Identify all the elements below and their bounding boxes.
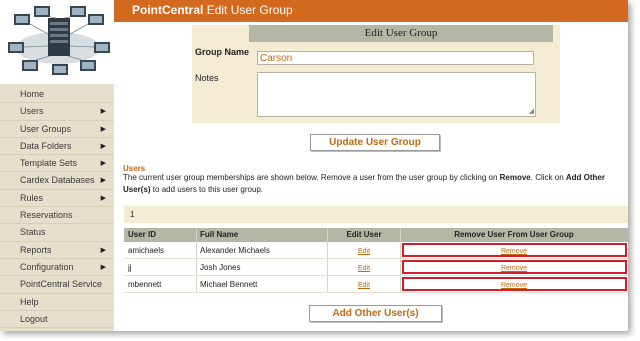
col-divider — [196, 228, 197, 242]
submenu-arrow-icon: ▶ — [100, 160, 106, 168]
sidebar-item-label: Help — [20, 296, 39, 307]
sidebar-item-label: Data Folders — [20, 140, 72, 151]
sidebar-item-reports[interactable]: Reports ▶ — [0, 242, 114, 259]
sidebar-item-configuration[interactable]: Configuration ▶ — [0, 259, 114, 277]
sidebar-item-user-groups[interactable]: User Groups ▶ — [0, 121, 114, 138]
sidebar-item-pointcentral-service[interactable]: PointCentral Service — [0, 276, 114, 294]
submenu-arrow-icon: ▶ — [100, 263, 106, 271]
submenu-arrow-icon: ▶ — [100, 177, 106, 185]
col-divider — [327, 242, 328, 258]
col-divider — [196, 276, 197, 292]
full-name-cell: Alexander Michaels — [200, 246, 270, 255]
desc-part-2: . Click on — [530, 173, 566, 182]
col-divider — [400, 259, 401, 275]
edit-group-form: Edit User Group Group Name Carson Notes … — [192, 25, 560, 123]
remove-highlight-box — [402, 277, 627, 291]
edit-user-link[interactable]: Edit — [358, 265, 370, 272]
resize-grip-icon[interactable]: ◢ — [529, 107, 534, 115]
desc-part-1: The current user group memberships are s… — [123, 173, 500, 182]
edit-cell: Edit — [329, 259, 399, 277]
form-heading: Edit User Group — [249, 25, 553, 42]
sidebar-item-label: Template Sets — [20, 158, 78, 169]
group-name-label: Group Name — [195, 47, 250, 57]
sidebar-item-label: Users — [20, 106, 44, 117]
sidebar-item-label: Status — [20, 227, 46, 238]
submenu-arrow-icon: ▶ — [100, 246, 106, 254]
col-full-name: Full Name — [200, 230, 239, 239]
sidebar-item-status[interactable]: Status — [0, 224, 114, 242]
submenu-arrow-icon: ▶ — [100, 142, 106, 150]
col-remove-user: Remove User From User Group — [454, 230, 574, 239]
remove-highlight-box — [402, 260, 627, 274]
edit-cell: Edit — [329, 242, 399, 260]
nav-menu: Home Users ▶ User Groups ▶ Data Folders ▶ Templ… — [0, 86, 114, 329]
full-name-cell: Michael Bennett — [200, 280, 258, 289]
edit-user-link[interactable]: Edit — [358, 282, 370, 289]
users-description: The current user group memberships are s… — [123, 172, 628, 196]
sidebar-item-label: Logout — [20, 313, 48, 324]
sidebar-item-users[interactable]: Users ▶ — [0, 103, 114, 121]
sidebar-item-label: Rules — [20, 192, 44, 203]
computers-network-logo — [8, 6, 110, 75]
user-id-cell: amichaels — [128, 246, 165, 255]
col-user-id: User ID — [128, 230, 157, 239]
col-divider — [327, 276, 328, 292]
user-count: 1 — [124, 206, 628, 223]
col-divider — [196, 242, 197, 258]
sidebar-item-cardex-databases[interactable]: Cardex Databases ▶ — [0, 172, 114, 190]
sidebar-item-reservations[interactable]: Reservations — [0, 207, 114, 225]
full-name-cell: Josh Jones — [200, 263, 241, 272]
page-title: PointCentral Edit User Group — [132, 3, 293, 17]
sidebar-item-data-folders[interactable]: Data Folders ▶ — [0, 138, 114, 156]
table-header: User ID Full Name Edit User Remove User … — [124, 228, 628, 242]
sidebar-item-label: Configuration — [20, 261, 74, 272]
update-user-group-button[interactable]: Update User Group — [310, 134, 440, 151]
notes-textarea[interactable]: ◢ — [257, 72, 536, 117]
sidebar-item-label: PointCentral Service — [20, 279, 103, 290]
col-divider — [400, 228, 401, 242]
table-row: mbennett Michael Bennett Edit Remove — [124, 276, 628, 293]
sidebar: Home Users ▶ User Groups ▶ Data Folders ▶ Templ… — [0, 0, 114, 331]
desc-remove-word: Remove — [499, 173, 531, 182]
col-edit-user: Edit User — [346, 230, 382, 239]
table-row: amichaels Alexander Michaels Edit Remove — [124, 242, 628, 259]
col-divider — [327, 228, 328, 242]
col-divider — [400, 276, 401, 292]
sidebar-item-label: Reservations — [20, 210, 73, 221]
sidebar-item-rules[interactable]: Rules ▶ — [0, 190, 114, 208]
submenu-arrow-icon: ▶ — [100, 125, 106, 133]
sidebar-item-template-sets[interactable]: Template Sets ▶ — [0, 155, 114, 173]
edit-user-link[interactable]: Edit — [358, 248, 370, 255]
notes-label: Notes — [195, 73, 219, 83]
sidebar-item-home[interactable]: Home — [0, 86, 114, 104]
sidebar-item-label: User Groups — [20, 123, 72, 134]
logo — [0, 0, 114, 84]
sidebar-item-logout[interactable]: Logout — [0, 311, 114, 329]
col-divider — [327, 259, 328, 275]
sidebar-item-label: Home — [20, 89, 45, 99]
add-other-users-button[interactable]: Add Other User(s) — [309, 305, 442, 322]
submenu-arrow-icon: ▶ — [100, 108, 106, 116]
users-table: 1 User ID Full Name Edit User Remove Use… — [124, 206, 628, 293]
remove-highlight-box — [402, 243, 627, 257]
desc-part-3: to add users to this user group. — [150, 185, 264, 194]
app-window: Home Users ▶ User Groups ▶ Data Folders ▶ Templ… — [0, 0, 628, 331]
col-divider — [400, 242, 401, 258]
edit-cell: Edit — [329, 276, 399, 294]
col-divider — [196, 259, 197, 275]
brand-name: PointCentral — [132, 3, 204, 17]
group-name-input[interactable]: Carson — [257, 51, 534, 65]
sidebar-item-label: Reports — [20, 244, 52, 255]
page-title-text: Edit User Group — [206, 3, 293, 17]
table-body: amichaels Alexander Michaels Edit Remove jj J… — [124, 242, 628, 293]
user-id-cell: jj — [128, 263, 132, 272]
sidebar-item-help[interactable]: Help — [0, 294, 114, 311]
top-header-bar: PointCentral Edit User Group — [114, 0, 628, 22]
table-row: jj Josh Jones Edit Remove — [124, 259, 628, 276]
sidebar-item-label: Cardex Databases — [20, 175, 95, 186]
user-id-cell: mbennett — [128, 280, 162, 289]
submenu-arrow-icon: ▶ — [100, 194, 106, 202]
